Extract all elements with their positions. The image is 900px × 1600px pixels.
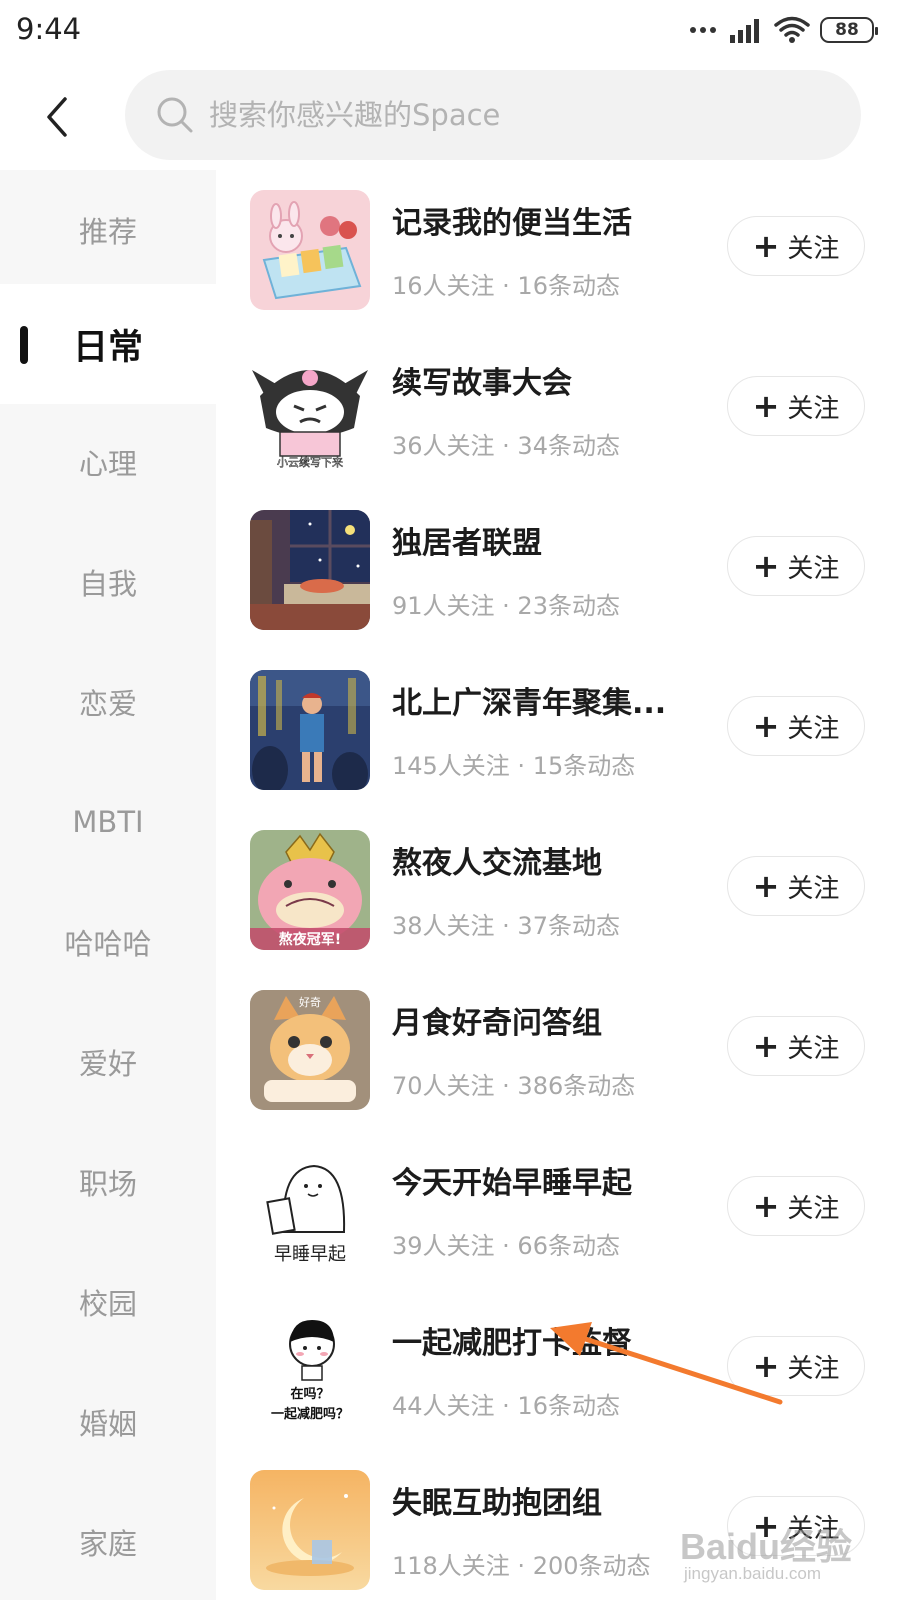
space-meta: 16人关注 · 16条动态 — [392, 272, 620, 300]
space-row[interactable]: 北上广深青年聚集... 145人关注 · 15条动态 + 关注 — [216, 658, 900, 818]
space-thumbnail: 好奇 — [250, 990, 370, 1110]
active-indicator — [20, 326, 28, 364]
slowpoke-image: 熬夜冠军! — [250, 830, 370, 950]
space-title: 独居者联盟 — [392, 526, 542, 561]
follow-button[interactable]: + 关注 — [727, 536, 865, 596]
plus-icon: + — [752, 707, 780, 745]
space-title: 熬夜人交流基地 — [392, 846, 602, 881]
follow-button[interactable]: + 关注 — [727, 1016, 865, 1076]
battery-level: 88 — [835, 20, 859, 40]
search-bar[interactable] — [125, 70, 861, 160]
sidebar-item-daily[interactable]: 日常 — [0, 284, 216, 404]
status-icons: 88 — [690, 14, 878, 46]
plus-icon: + — [752, 547, 780, 585]
space-thumbnail — [250, 190, 370, 310]
space-row[interactable]: 独居者联盟 91人关注 · 23条动态 + 关注 — [216, 498, 900, 658]
space-meta: 70人关注 · 386条动态 — [392, 1072, 636, 1100]
thumbnail-caption: 在吗？ — [290, 1386, 329, 1402]
sidebar-item-workplace[interactable]: 职场 — [0, 1122, 216, 1242]
space-title: 记录我的便当生活 — [392, 206, 632, 241]
space-title: 月食好奇问答组 — [392, 1006, 602, 1041]
sleep-early-image: 早睡早起 — [250, 1150, 370, 1270]
wifi-icon — [774, 16, 810, 43]
follow-button[interactable]: + 关注 — [727, 696, 865, 756]
watermark-url: jingyan.baidu.com — [684, 1564, 822, 1583]
back-button[interactable] — [30, 86, 82, 148]
plus-icon: + — [752, 867, 780, 905]
cellular-signal-icon — [730, 19, 759, 43]
space-meta: 38人关注 · 37条动态 — [392, 912, 620, 940]
thumbnail-caption: 熬夜冠军! — [279, 931, 341, 948]
space-row[interactable]: 好奇 月食好奇问答组 70人关注 · 386条动态 + 关注 — [216, 978, 900, 1138]
thumbnail-caption: 小云续写下来 — [277, 455, 343, 469]
sidebar-item-funny[interactable]: 哈哈哈 — [0, 882, 216, 1002]
space-row[interactable]: 小云续写下来 续写故事大会 36人关注 · 34条动态 + 关注 — [216, 338, 900, 498]
watermark-logo-text: Baidu经验 — [680, 1526, 853, 1567]
space-thumbnail: 小云续写下来 — [250, 350, 370, 470]
space-meta: 118人关注 · 200条动态 — [392, 1552, 651, 1580]
space-title: 失眠互助抱团组 — [392, 1486, 602, 1521]
cat-image: 好奇 — [250, 990, 370, 1110]
plus-icon: + — [752, 1027, 780, 1065]
space-thumbnail: 早睡早起 — [250, 1150, 370, 1270]
follow-button[interactable]: + 关注 — [727, 856, 865, 916]
space-meta: 91人关注 · 23条动态 — [392, 592, 620, 620]
bento-box-image — [250, 190, 370, 310]
thumbnail-caption: 一起减肥吗？ — [271, 1406, 349, 1422]
space-row[interactable]: 早睡早起 今天开始早睡早起 39人关注 · 66条动态 + 关注 — [216, 1138, 900, 1298]
sidebar-item-campus[interactable]: 校园 — [0, 1242, 216, 1362]
space-meta: 145人关注 · 15条动态 — [392, 752, 636, 780]
follow-button[interactable]: + 关注 — [727, 376, 865, 436]
sidebar-item-family[interactable]: 家庭 — [0, 1482, 216, 1600]
crowd-image — [250, 670, 370, 790]
space-row[interactable]: 熬夜冠军! 熬夜人交流基地 38人关注 · 37条动态 + 关注 — [216, 818, 900, 978]
thumbnail-caption: 好奇 — [299, 995, 321, 1009]
diet-meme-image: 在吗？ 一起减肥吗？ — [250, 1310, 370, 1430]
sidebar-item-love[interactable]: 恋爱 — [0, 642, 216, 762]
night-room-image — [250, 510, 370, 630]
plus-icon: + — [752, 1187, 780, 1225]
space-meta: 36人关注 · 34条动态 — [392, 432, 620, 460]
space-thumbnail: 熬夜冠军! — [250, 830, 370, 950]
moon-image — [250, 1470, 370, 1590]
sidebar-item-self[interactable]: 自我 — [0, 522, 216, 642]
plus-icon: + — [752, 387, 780, 425]
space-title: 今天开始早睡早起 — [392, 1166, 632, 1201]
sidebar-item-recommend[interactable]: 推荐 — [0, 170, 216, 290]
status-time: 9:44 — [16, 12, 82, 46]
space-thumbnail — [250, 1470, 370, 1590]
space-meta: 39人关注 · 66条动态 — [392, 1232, 620, 1260]
search-icon — [157, 97, 193, 133]
annotation-arrow-icon — [550, 1322, 783, 1405]
battery-icon: 88 — [820, 17, 878, 43]
space-thumbnail — [250, 510, 370, 630]
signal-dots-icon — [690, 27, 716, 33]
follow-button[interactable]: + 关注 — [727, 1176, 865, 1236]
space-thumbnail — [250, 670, 370, 790]
plus-icon: + — [752, 227, 780, 265]
follow-button[interactable]: + 关注 — [727, 216, 865, 276]
sidebar-item-marriage[interactable]: 婚姻 — [0, 1362, 216, 1482]
sidebar-item-hobby[interactable]: 爱好 — [0, 1002, 216, 1122]
space-title: 北上广深青年聚集... — [392, 686, 667, 721]
chevron-left-icon — [47, 97, 67, 137]
kuromi-image: 小云续写下来 — [250, 350, 370, 470]
space-row[interactable]: 记录我的便当生活 16人关注 · 16条动态 + 关注 — [216, 178, 900, 338]
search-input[interactable] — [209, 98, 849, 132]
status-bar: 9:44 88 — [0, 0, 900, 62]
space-title: 续写故事大会 — [392, 366, 572, 401]
category-sidebar: 推荐 日常 心理 自我 恋爱 MBTI 哈哈哈 爱好 职场 校园 婚姻 家庭 — [0, 170, 216, 1600]
space-thumbnail: 在吗？ 一起减肥吗？ — [250, 1310, 370, 1430]
thumbnail-caption: 早睡早起 — [274, 1244, 346, 1265]
sidebar-item-psychology[interactable]: 心理 — [0, 402, 216, 522]
sidebar-item-mbti[interactable]: MBTI — [0, 762, 216, 882]
baidu-watermark: Baidu经验 jingyan.baidu.com — [680, 1518, 880, 1590]
